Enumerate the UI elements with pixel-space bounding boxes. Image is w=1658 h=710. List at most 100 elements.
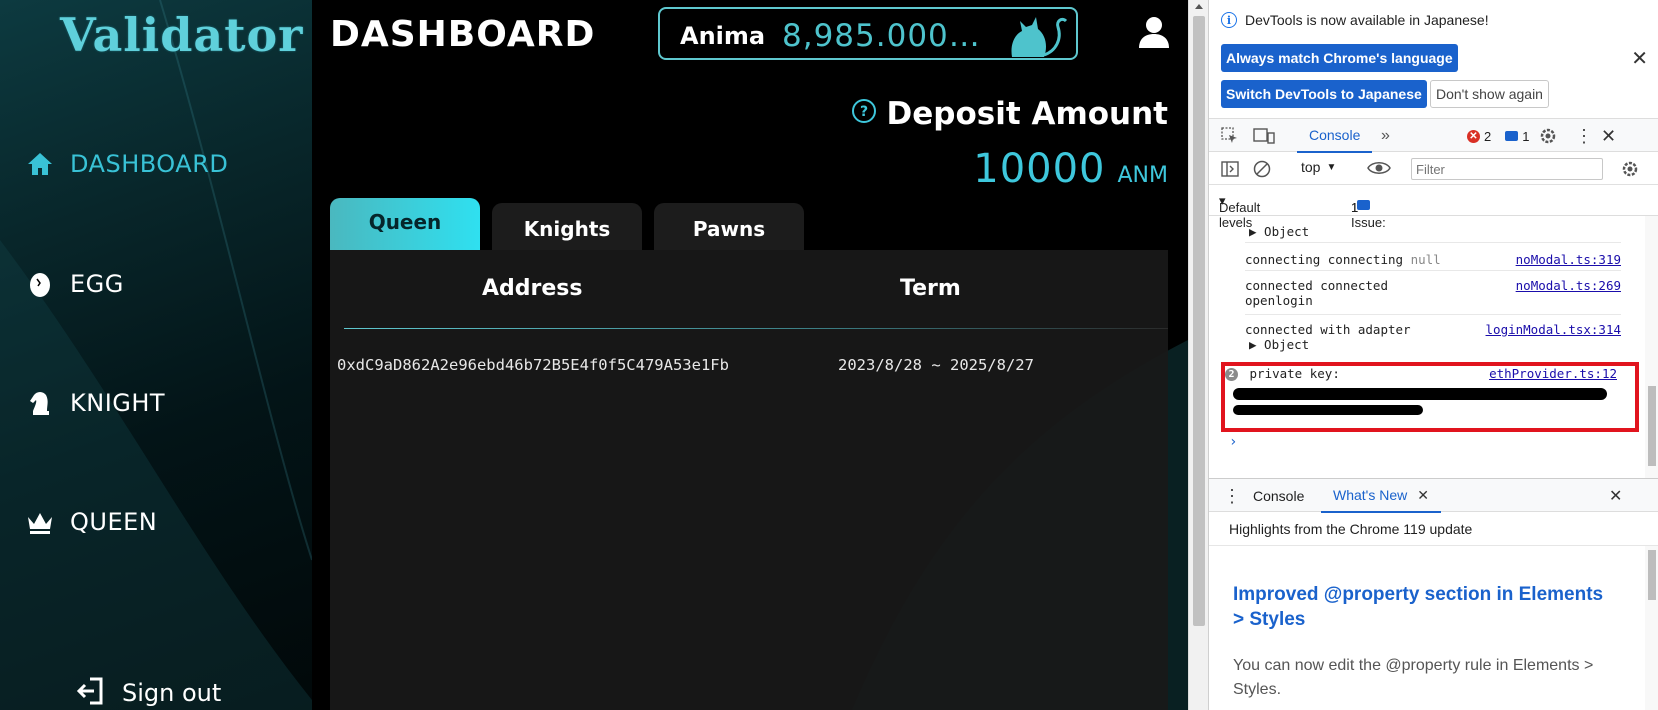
drawer-toolbar: ⋮ Console What's New ✕ ✕ (1209, 478, 1658, 513)
redaction-mark (1233, 405, 1423, 415)
log-levels-dropdown[interactable]: Default levels ▾ (1219, 193, 1260, 230)
console-filter-bar: top ▼ (1209, 153, 1658, 185)
dropdown-arrow-icon: ▼ (1326, 161, 1337, 173)
web-app: Validator DASHBOARD EGG KNIGHT QUEEN Sig… (0, 0, 1188, 710)
close-notice-icon[interactable]: ✕ (1631, 46, 1648, 71)
header-divider (344, 328, 1168, 329)
token-balance: Anima 8,985.000… (658, 7, 1078, 60)
live-expression-eye-icon[interactable] (1367, 160, 1391, 176)
drawer-scrollbar[interactable] (1645, 546, 1658, 710)
match-language-button[interactable]: Always match Chrome's language (1221, 44, 1458, 72)
page-scrollbar[interactable] (1188, 0, 1208, 710)
issues-count: 1 (1351, 200, 1359, 215)
deposit-amount-unit: ANM (1117, 163, 1169, 188)
token-balance-value: 8,985.000… (782, 18, 981, 54)
nav-item-dashboard[interactable]: DASHBOARD (26, 150, 228, 178)
tab-pawns[interactable]: Pawns (654, 203, 804, 250)
sidebar: Validator DASHBOARD EGG KNIGHT QUEEN Sig… (0, 0, 312, 710)
close-tab-icon[interactable]: ✕ (1417, 487, 1429, 504)
log-source-link[interactable]: ethProvider.ts:12 (1489, 366, 1617, 381)
whats-new-header: Highlights from the Chrome 119 update (1209, 512, 1658, 546)
log-divider (1245, 242, 1621, 243)
drawer-tab-label: What's New (1333, 487, 1408, 503)
info-icon: i (1221, 12, 1237, 28)
settings-gear-icon[interactable] (1539, 119, 1557, 153)
knight-icon (26, 389, 54, 417)
close-drawer-icon[interactable]: ✕ (1609, 479, 1622, 513)
main-content: DASHBOARD Anima 8,985.000… ? Deposit Amo… (312, 0, 1188, 710)
log-object-toggle[interactable]: ▶ Object (1245, 337, 1621, 352)
drawer-tab-console[interactable]: Console (1253, 479, 1304, 513)
error-icon: ✕ (1467, 129, 1480, 143)
log-entry: connected with adapter ▶ Object loginMod… (1245, 322, 1621, 352)
nav-item-queen[interactable]: QUEEN (26, 508, 157, 536)
console-prompt-icon[interactable]: › (1229, 434, 1237, 450)
log-text: connecting connecting (1245, 252, 1404, 267)
issue-icon (1357, 200, 1370, 210)
tab-queen[interactable]: Queen (330, 198, 480, 250)
devtools-panel: i DevTools is now available in Japanese!… (1208, 0, 1658, 710)
column-header-term: Term (900, 276, 961, 301)
drawer-tab-whats-new[interactable]: What's New ✕ (1321, 479, 1441, 513)
nav-label: DASHBOARD (70, 150, 229, 178)
context-select[interactable]: top ▼ (1301, 159, 1336, 175)
message-icon (1505, 131, 1519, 141)
drawer-scrollbar-thumb[interactable] (1648, 550, 1656, 600)
home-icon (26, 150, 54, 178)
egg-icon (26, 270, 54, 298)
nav-label: QUEEN (70, 508, 158, 536)
close-devtools-icon[interactable]: ✕ (1601, 119, 1616, 153)
crown-icon (26, 508, 54, 536)
sidebar-toggle-icon[interactable] (1221, 160, 1239, 178)
dont-show-again-button[interactable]: Don't show again (1430, 80, 1549, 108)
cat-mascot-icon (992, 11, 1072, 58)
log-source-link[interactable]: noModal.ts:269 (1516, 278, 1621, 293)
log-text: ▶ Object (1249, 224, 1310, 239)
language-notice: i DevTools is now available in Japanese! (1221, 12, 1489, 28)
log-entry[interactable]: ▶ Object (1249, 224, 1625, 239)
console-output: ▶ Object connecting connecting null noMo… (1209, 216, 1643, 478)
nav-label: KNIGHT (70, 389, 166, 417)
nav-label: EGG (70, 270, 124, 298)
sign-out-label: Sign out (122, 679, 222, 707)
help-icon[interactable]: ? (851, 96, 877, 132)
error-message-counter[interactable]: ✕ 2 1 (1467, 119, 1529, 153)
column-header-address: Address (482, 276, 583, 301)
tab-knights[interactable]: Knights (492, 203, 642, 250)
deposit-label: ? Deposit Amount (851, 96, 1168, 132)
inspect-element-icon[interactable] (1221, 119, 1243, 153)
nav-item-egg[interactable]: EGG (26, 270, 124, 298)
drawer-menu-icon[interactable]: ⋮ (1223, 479, 1241, 513)
more-options-icon[interactable]: ⋮ (1575, 119, 1593, 153)
console-scrollbar[interactable] (1645, 216, 1658, 478)
tab-console[interactable]: Console (1297, 119, 1373, 153)
more-tabs-icon[interactable]: » (1381, 119, 1390, 153)
log-divider (1245, 314, 1621, 315)
filter-input[interactable] (1411, 158, 1603, 180)
row-address: 0xdC9aD862A2e96ebd46b72B5E4f0f5C479A53e1… (337, 356, 729, 374)
console-scrollbar-thumb[interactable] (1648, 386, 1656, 466)
log-levels-bar: Default levels ▾ 1 Issue: 1 (1209, 186, 1658, 230)
clear-console-icon[interactable] (1253, 160, 1271, 178)
validator-tabs: Queen Knights Pawns (330, 198, 804, 250)
console-settings-gear-icon[interactable] (1621, 160, 1639, 178)
row-term: 2023/8/28 ~ 2025/8/27 (838, 356, 1034, 374)
repeat-count-badge: 2 (1225, 368, 1238, 381)
scroll-up-arrow-icon[interactable] (1195, 4, 1203, 9)
nav-item-knight[interactable]: KNIGHT (26, 389, 165, 417)
sign-out-button[interactable]: Sign out (76, 676, 221, 710)
whats-new-title[interactable]: Improved @property section in Elements >… (1233, 582, 1613, 632)
log-source-link[interactable]: noModal.ts:319 (1516, 252, 1621, 267)
device-toolbar-icon[interactable] (1253, 119, 1277, 153)
context-value: top (1301, 159, 1321, 175)
log-entry: connected connected openlogin noModal.ts… (1245, 278, 1621, 308)
app-logo: Validator (60, 8, 304, 62)
scrollbar-thumb[interactable] (1193, 16, 1205, 626)
switch-language-button[interactable]: Switch DevTools to Japanese (1221, 80, 1427, 108)
log-source-link[interactable]: loginModal.tsx:314 (1486, 322, 1621, 337)
sidebar-decoration (0, 0, 312, 710)
user-profile-button[interactable] (1136, 14, 1172, 54)
validator-table: Address Term 0xdC9aD862A2e96ebd46b72B5E4… (330, 250, 1168, 710)
log-entry-private-key: 2 private key: ethProvider.ts:12 (1225, 366, 1617, 381)
redaction-mark (1233, 388, 1607, 400)
